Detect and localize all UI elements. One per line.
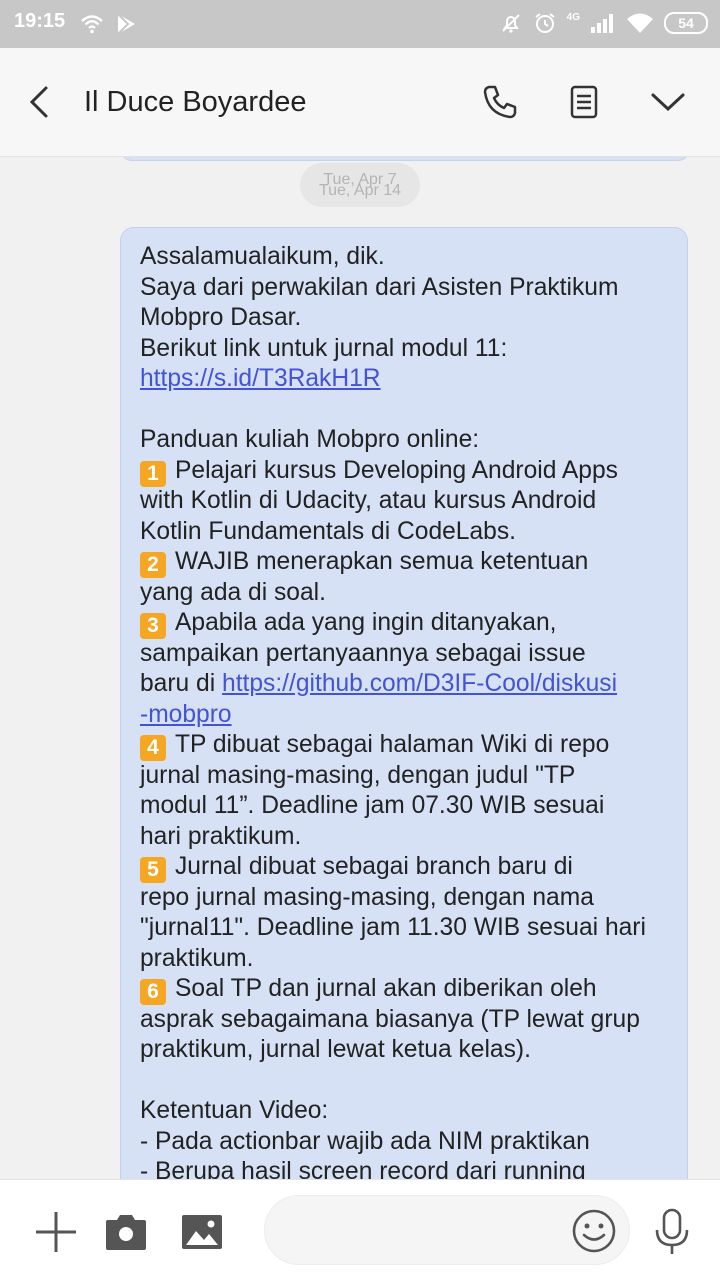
- network-type-label: 4G: [566, 11, 580, 23]
- message-line: asprak sebagaimana biasanya (TP lewat gr…: [140, 1005, 640, 1033]
- message-line: Pelajari kursus Developing Android Apps: [175, 456, 618, 484]
- message-line: Jurnal dibuat sebagai branch baru di: [175, 853, 573, 880]
- document-icon[interactable]: [564, 82, 604, 122]
- compose-bar: [0, 1179, 720, 1281]
- alarm-off-icon: [501, 14, 520, 33]
- keycap-1-icon: 1: [140, 460, 166, 487]
- keycap-6-icon: 6: [140, 979, 166, 1005]
- journal-link[interactable]: https://s.id/T3RakH1R: [140, 365, 381, 392]
- status-bar: 19:15 4G 54: [0, 0, 720, 48]
- message-line: baru di: [140, 670, 223, 697]
- message-line: Assalamualaikum, dik.: [140, 243, 385, 270]
- chevron-down-icon[interactable]: [648, 82, 688, 122]
- plus-icon[interactable]: [34, 1210, 78, 1254]
- message-line: - Pada actionbar wajib ada NIM praktikan: [140, 1127, 590, 1155]
- message-line: - Berupa hasil screen record dari runnin…: [140, 1158, 586, 1179]
- conversation-header: Il Duce Boyardee: [0, 48, 720, 157]
- status-time: 19:15: [14, 10, 66, 32]
- message-line: modul 11”. Deadline jam 07.30 WIB sesuai: [140, 792, 605, 819]
- microphone-icon[interactable]: [652, 1208, 692, 1256]
- wifi-hotspot-icon: [81, 15, 103, 34]
- message-text: Assalamualaikum, dik. Saya dari perwakil…: [140, 242, 675, 1179]
- keycap-3-icon: 3: [140, 613, 166, 639]
- message-line: Kotlin Fundamentals di CodeLabs.: [140, 517, 516, 545]
- github-link[interactable]: https://github.com/D3IF-Cool/diskusi: [222, 670, 617, 697]
- message-line: Saya dari perwakilan dari Asisten Prakti…: [140, 273, 619, 301]
- phone-icon[interactable]: [480, 82, 520, 122]
- message-line: with Kotlin di Udacity, atau kursus Andr…: [140, 487, 597, 514]
- message-line: Berikut link untuk jurnal modul 11:: [140, 334, 508, 362]
- message-line: praktikum, jurnal lewat ketua kelas).: [140, 1036, 531, 1063]
- contact-name: Il Duce Boyardee: [84, 86, 307, 118]
- message-line: repo jurnal masing-masing, dengan nama: [140, 883, 594, 911]
- signal-icon: [591, 14, 613, 33]
- github-link-continued[interactable]: -mobpro: [140, 701, 232, 728]
- date-separator: Tue, Apr 7 Tue, Apr 14: [300, 163, 420, 207]
- message-line: Mobpro Dasar.: [140, 304, 302, 331]
- message-line: Panduan kuliah Mobpro online:: [140, 426, 480, 453]
- message-line: TP dibuat sebagai halaman Wiki di repo: [175, 731, 610, 758]
- play-store-icon: [117, 13, 135, 35]
- message-line: jurnal masing-masing, dengan judul "TP: [140, 761, 576, 789]
- message-line: praktikum.: [140, 944, 254, 972]
- wifi-icon: [627, 13, 653, 33]
- keycap-4-icon: 4: [140, 735, 166, 761]
- message-line: Apabila ada yang ingin ditanyakan,: [175, 609, 557, 636]
- message-bubble[interactable]: Assalamualaikum, dik. Saya dari perwakil…: [120, 227, 688, 1179]
- battery-level: 54: [664, 12, 708, 34]
- camera-icon[interactable]: [104, 1212, 148, 1252]
- message-line: yang ada di soal.: [140, 578, 326, 606]
- message-line: hari praktikum.: [140, 822, 302, 850]
- chevron-left-icon[interactable]: [20, 82, 60, 122]
- message-input[interactable]: [264, 1195, 630, 1265]
- message-line: "jurnal11". Deadline jam 11.30 WIB sesua…: [140, 914, 646, 941]
- keycap-5-icon: 5: [140, 857, 166, 883]
- message-line: sampaikan pertanyaannya sebagai issue: [140, 639, 586, 667]
- previous-message-bubble[interactable]: [120, 157, 690, 161]
- keycap-2-icon: 2: [140, 552, 166, 578]
- message-line: WAJIB menerapkan semua ketentuan: [175, 548, 589, 575]
- message-line: Ketentuan Video:: [140, 1097, 329, 1124]
- date-label-overlapped: Tue, Apr 14: [318, 182, 402, 199]
- smiley-icon[interactable]: [571, 1208, 617, 1254]
- message-list[interactable]: Tue, Apr 7 Tue, Apr 14 Assalamualaikum, …: [0, 157, 720, 1179]
- image-icon[interactable]: [180, 1213, 224, 1251]
- alarm-clock-icon: [535, 13, 555, 33]
- message-line: Soal TP dan jurnal akan diberikan oleh: [175, 975, 597, 1002]
